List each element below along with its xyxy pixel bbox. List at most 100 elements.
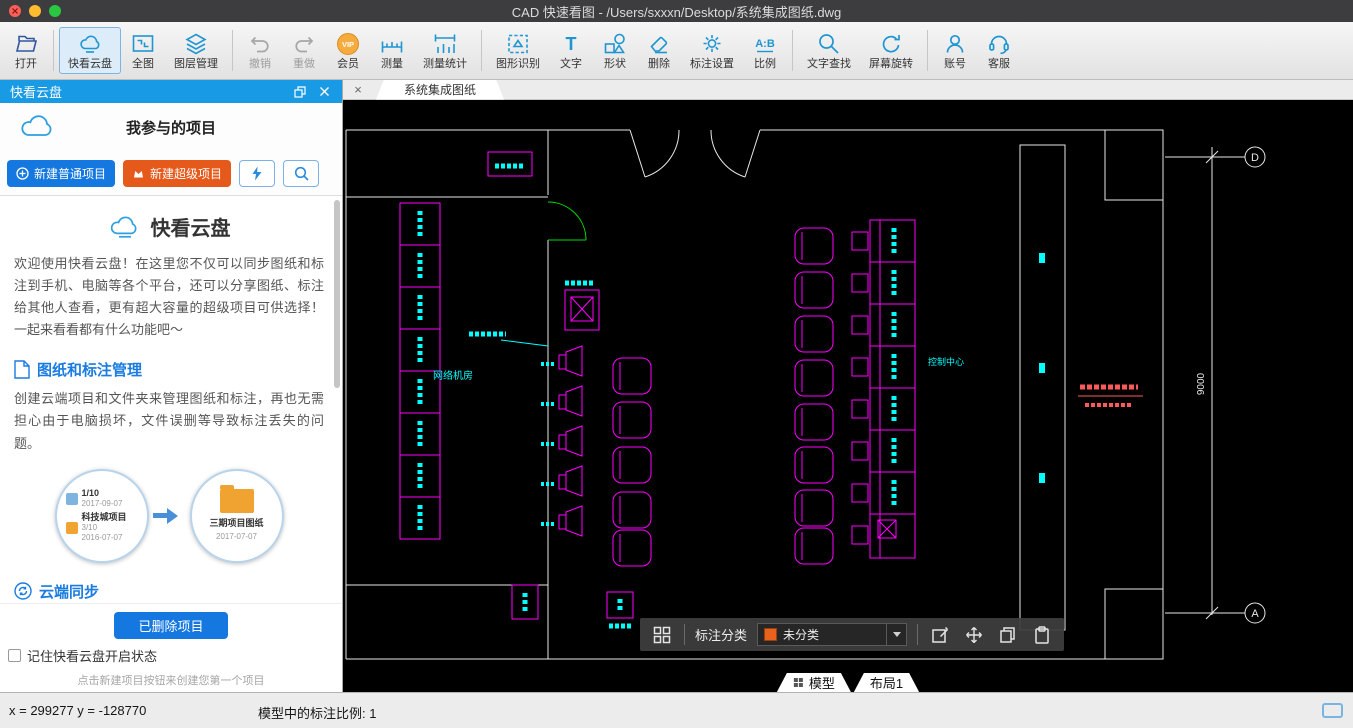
tab-layout1[interactable]: 布局1	[854, 673, 919, 692]
toolbar-text-label: 文字	[560, 58, 582, 70]
quick-sync-button[interactable]	[239, 159, 276, 187]
intro-paragraph: 欢迎使用快看云盘！在这里您不仅可以同步图纸和标注到手机、电脑等各个平台，还可以分…	[14, 256, 324, 338]
shape-recognition-icon	[505, 31, 531, 57]
cloud-drive-panel: 快看云盘 我参与的项目 新建普通项目 新建超级项目 快看云盘 欢迎使用快看云盘！…	[0, 80, 343, 692]
tab-layout1-label: 布局1	[869, 676, 904, 691]
section2-title: 云端同步	[39, 583, 100, 601]
toolbar-full-view-label: 全图	[132, 58, 154, 70]
thumbnail-icon	[65, 492, 78, 505]
section1-title: 图纸和标注管理	[37, 362, 143, 380]
toolbar-open[interactable]: 打开	[4, 27, 48, 74]
toolbar-redo[interactable]: 重做	[282, 27, 326, 74]
annotation-copy-button[interactable]	[996, 623, 1020, 647]
toolbar-separator	[792, 30, 793, 71]
cad-dimensions	[1165, 146, 1266, 624]
search-icon	[816, 31, 842, 57]
svg-text:A:B: A:B	[755, 38, 775, 50]
cloud-icon	[77, 31, 103, 57]
zoom-window-button[interactable]	[49, 5, 61, 17]
headset-icon	[986, 31, 1012, 57]
toolbar-separator	[927, 30, 928, 71]
deleted-projects-button[interactable]: 已删除项目	[114, 612, 228, 639]
search-project-button[interactable]	[283, 159, 320, 187]
measure-stats-icon	[432, 31, 458, 57]
toolbar-screen-rotate[interactable]: 屏幕旋转	[860, 27, 922, 74]
new-normal-project-button[interactable]: 新建普通项目	[7, 159, 116, 187]
layers-icon	[183, 31, 209, 57]
edit-icon	[932, 626, 949, 643]
cad-walls	[345, 129, 1164, 660]
toolbar-open-label: 打开	[15, 58, 37, 70]
cad-drawing[interactable]: 网络机房 控制中心 D A 9000	[343, 100, 1353, 692]
remember-state-checkbox[interactable]	[8, 649, 21, 662]
close-icon	[319, 87, 329, 96]
toolbar-measure-stats[interactable]: 测量统计	[414, 27, 476, 74]
rotate-icon	[878, 31, 904, 57]
toolbar-cloud-drive[interactable]: 快看云盘	[59, 27, 121, 74]
annotation-paste-button[interactable]	[1030, 623, 1054, 647]
annotation-category-label: 标注分类	[695, 628, 748, 643]
toolbar-text[interactable]: T 文字	[549, 27, 593, 74]
axis-bubble-bottom: A	[1251, 608, 1259, 620]
eraser-icon	[646, 31, 672, 57]
toolbar-vip[interactable]: VIP 会员	[326, 27, 370, 74]
my-projects-title: 我参与的项目	[125, 119, 216, 137]
annotation-move-button[interactable]	[962, 623, 986, 647]
scale-ratio-icon: A:B	[752, 31, 778, 57]
toolbar-scale[interactable]: A:B 比例	[743, 27, 787, 74]
folder-icon	[219, 485, 254, 514]
cad-canvas[interactable]: 网络机房 控制中心 D A 9000 标注分类 未分类 模型 布局1	[343, 100, 1353, 692]
toolbar-undo[interactable]: 撤销	[238, 27, 282, 74]
toolbar-measure-stats-label: 测量统计	[423, 58, 467, 70]
toolbar-measure[interactable]: 测量	[370, 27, 414, 74]
vip-icon: VIP	[335, 31, 361, 57]
toolbar-text-search[interactable]: 文字查找	[798, 27, 860, 74]
illustration-date: 2017-09-07	[81, 499, 123, 509]
toolbar-support[interactable]: 客服	[977, 27, 1021, 74]
annotation-category-dropdown[interactable]: 未分类	[757, 623, 908, 646]
cloud-panel-content[interactable]: 快看云盘 欢迎使用快看云盘！在这里您不仅可以同步图纸和标注到手机、电脑等各个平台…	[0, 195, 342, 603]
room-label: 网络机房	[433, 369, 473, 382]
shapes-icon	[602, 31, 628, 57]
toolbar-annotation-settings[interactable]: 标注设置	[681, 27, 743, 74]
toolbar-full-view[interactable]: 全图	[121, 27, 165, 74]
remember-state-row[interactable]: 记住快看云盘开启状态	[8, 646, 157, 665]
float-window-icon	[294, 85, 306, 98]
new-super-project-button[interactable]: 新建超级项目	[123, 159, 232, 187]
section1-paragraph: 创建云端项目和文件夹来管理图纸和标注，再也无需担心由于电脑损坏，文件误删等导致标…	[14, 391, 324, 451]
annotation-grid-button[interactable]	[650, 623, 674, 647]
toolbar-shape-recognition[interactable]: 图形识别	[487, 27, 549, 74]
tab-model[interactable]: 模型	[777, 673, 851, 692]
close-panel-button[interactable]	[316, 84, 332, 100]
section-drawing-annotation: 图纸和标注管理	[14, 359, 324, 380]
close-document-button[interactable]: ×	[350, 83, 366, 96]
toolbar-delete[interactable]: 删除	[637, 27, 681, 74]
annotation-edit-button[interactable]	[928, 623, 952, 647]
close-window-button[interactable]	[9, 5, 21, 17]
dropdown-caret-button[interactable]	[886, 624, 906, 645]
redo-icon	[291, 31, 317, 57]
copy-icon	[1000, 626, 1015, 643]
plus-circle-icon	[16, 166, 29, 180]
room-label: 控制中心	[928, 356, 964, 367]
toolbar-separator	[684, 624, 685, 645]
toolbar-shapes[interactable]: 形状	[593, 27, 637, 74]
illustration-project-name: 三期项目图纸	[209, 518, 264, 529]
move-icon	[966, 626, 983, 643]
cloud-panel-header: 快看云盘	[0, 80, 342, 103]
grid-icon	[653, 626, 671, 643]
toolbar-screen-rotate-label: 屏幕旋转	[869, 58, 913, 70]
illustration-project-list: 1/10 2017-09-07 科技城项目 3/10 2016-07-07	[54, 468, 149, 563]
document-tab-active[interactable]: 系统集成图纸	[376, 79, 504, 100]
folder-open-icon	[13, 31, 39, 57]
toolbar-layer-manager[interactable]: 图层管理	[165, 27, 227, 74]
sync-icon	[14, 582, 32, 600]
toolbar-vip-label: 会员	[337, 58, 359, 70]
toolbar-measure-label: 测量	[381, 58, 403, 70]
float-panel-button[interactable]	[292, 84, 308, 100]
panel-scrollbar-thumb[interactable]	[334, 200, 340, 388]
dimension-text: 9000	[1196, 372, 1207, 395]
minimize-window-button[interactable]	[29, 5, 41, 17]
panel-toggle-button[interactable]	[1322, 703, 1343, 718]
toolbar-account[interactable]: 账号	[933, 27, 977, 74]
